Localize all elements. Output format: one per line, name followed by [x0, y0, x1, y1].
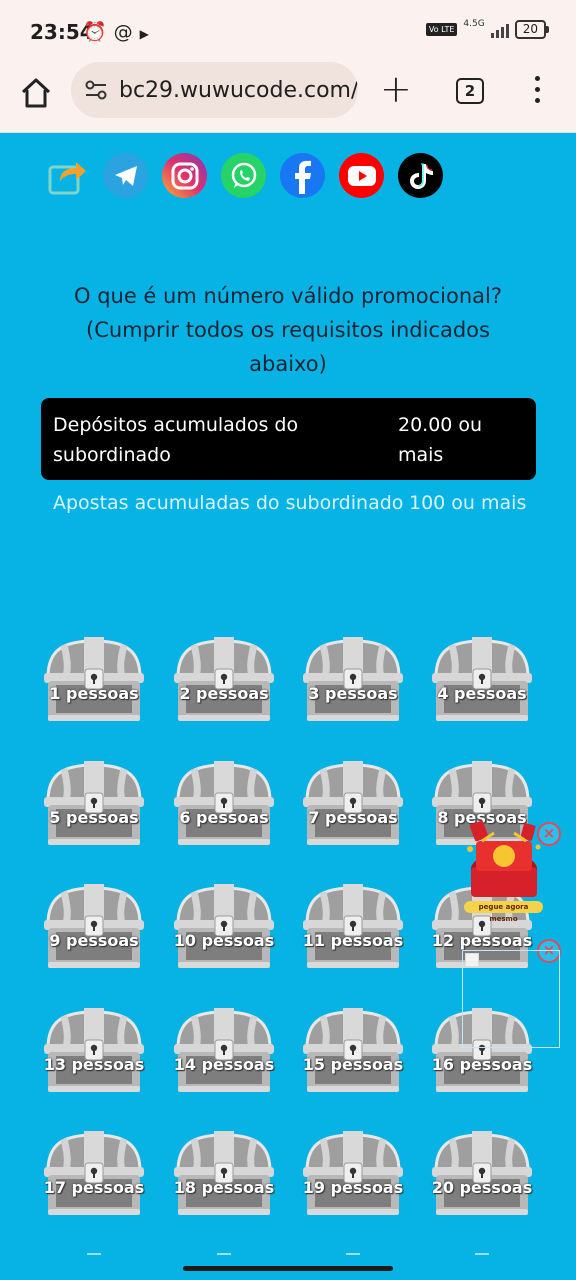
- treasure-chest[interactable]: 13 pessoas: [42, 1006, 146, 1094]
- browser-toolbar: bc29.wuwucode.com/ + 2: [0, 62, 576, 133]
- deposit-label-line-2: subordinado: [53, 444, 171, 466]
- status-right-group: Vo LTE 4.5G 20: [425, 18, 550, 39]
- chest-label: 20 pessoas: [431, 1178, 533, 1197]
- gesture-home-indicator[interactable]: [183, 1266, 393, 1271]
- site-settings-icon[interactable]: [83, 77, 109, 103]
- deposit-requirement: Depósitos acumulados do subordinado 20.0…: [41, 398, 536, 480]
- deposit-value-line-2: mais: [398, 444, 444, 466]
- chest-label: 19 pessoas: [302, 1178, 404, 1197]
- chest-label: 17 pessoas: [43, 1178, 145, 1197]
- volte-badge: Vo LTE: [425, 23, 458, 36]
- treasure-chest[interactable]: 1 pessoas: [42, 635, 146, 723]
- status-icons: ⏰@▶: [83, 20, 156, 43]
- page-content: O que é um número válido promocional? (C…: [0, 133, 576, 1280]
- treasure-chest[interactable]: 17 pessoas: [42, 1129, 146, 1217]
- footer-dash: [346, 1253, 360, 1255]
- chest-label: 1 pessoas: [49, 684, 139, 703]
- more-vert-icon[interactable]: [533, 76, 541, 106]
- promo-question: O que é um número válido promocional? (C…: [60, 279, 516, 381]
- chest-label: 4 pessoas: [437, 684, 527, 703]
- treasure-chest[interactable]: 15 pessoas: [301, 1006, 405, 1094]
- telegram-icon[interactable]: [103, 153, 148, 198]
- alarm-icon: ⏰: [83, 21, 114, 43]
- treasure-chest[interactable]: 7 pessoas: [301, 759, 405, 847]
- url-text[interactable]: bc29.wuwucode.com/: [119, 78, 358, 103]
- footer-dash: [217, 1253, 231, 1255]
- social-links: [44, 153, 443, 198]
- play-icon: ▶: [139, 27, 156, 41]
- treasure-chest[interactable]: 4 pessoas: [430, 635, 534, 723]
- network-type: 4.5G: [463, 18, 485, 29]
- instagram-icon[interactable]: [162, 153, 207, 198]
- status-bar: 23:54 ⏰@▶ Vo LTE 4.5G 20: [0, 0, 576, 62]
- new-tab-button[interactable]: +: [380, 70, 412, 108]
- broken-image-icon: [465, 953, 479, 967]
- facebook-icon[interactable]: [280, 153, 325, 198]
- chest-label: 5 pessoas: [49, 808, 139, 827]
- gift-banner[interactable]: pegue agora mesmo: [464, 901, 543, 923]
- tiktok-icon[interactable]: [398, 153, 443, 198]
- question-line-1: O que é um número válido promocional?: [73, 284, 503, 308]
- chest-label: 13 pessoas: [43, 1055, 145, 1074]
- signal-icon: [490, 22, 509, 38]
- footer-dash: [87, 1253, 101, 1255]
- treasure-chest[interactable]: 14 pessoas: [172, 1006, 276, 1094]
- at-sign-icon: @: [113, 21, 140, 43]
- chest-label: 11 pessoas: [302, 931, 404, 950]
- treasure-chest[interactable]: 5 pessoas: [42, 759, 146, 847]
- treasure-chest[interactable]: 9 pessoas: [42, 882, 146, 970]
- chest-label: 12 pessoas: [431, 931, 533, 950]
- chest-label: 18 pessoas: [173, 1178, 275, 1197]
- chest-label: 14 pessoas: [173, 1055, 275, 1074]
- question-line-3: abaixo): [249, 352, 327, 376]
- treasure-chest[interactable]: 11 pessoas: [301, 882, 405, 970]
- whatsapp-icon[interactable]: [221, 153, 266, 198]
- footer-dash: [475, 1253, 489, 1255]
- deposit-value-line-1: 20.00 ou: [398, 414, 483, 436]
- treasure-chest[interactable]: 6 pessoas: [172, 759, 276, 847]
- treasure-chest[interactable]: 20 pessoas: [430, 1129, 534, 1217]
- chest-label: 10 pessoas: [173, 931, 275, 950]
- deposit-label: Depósitos acumulados do subordinado: [53, 410, 353, 470]
- battery-icon: 20: [514, 20, 550, 39]
- home-icon[interactable]: [18, 75, 54, 111]
- chest-label: 3 pessoas: [308, 684, 398, 703]
- deposit-label-line-1: Depósitos acumulados do: [53, 414, 299, 436]
- question-line-2: (Cumprir todos os requisitos indicados: [86, 318, 490, 342]
- bet-requirement-label: Apostas acumuladas do subordinado: [53, 492, 404, 514]
- address-bar[interactable]: bc29.wuwucode.com/: [71, 62, 358, 118]
- treasure-chest[interactable]: 18 pessoas: [172, 1129, 276, 1217]
- treasure-chest[interactable]: 19 pessoas: [301, 1129, 405, 1217]
- treasure-chest[interactable]: 10 pessoas: [172, 882, 276, 970]
- broken-image[interactable]: [462, 950, 560, 1048]
- tab-count: 2: [464, 82, 476, 100]
- chest-label: 7 pessoas: [308, 808, 398, 827]
- treasure-chest[interactable]: 3 pessoas: [301, 635, 405, 723]
- chest-label: 15 pessoas: [302, 1055, 404, 1074]
- treasure-chest[interactable]: 2 pessoas: [172, 635, 276, 723]
- chest-label: 9 pessoas: [49, 931, 139, 950]
- deposit-value: 20.00 ou mais: [398, 410, 508, 470]
- tabs-button[interactable]: 2: [456, 78, 484, 104]
- youtube-icon[interactable]: [339, 153, 384, 198]
- battery-level: 20: [522, 22, 538, 36]
- chest-label: 2 pessoas: [179, 684, 269, 703]
- chest-label: 6 pessoas: [179, 808, 269, 827]
- chest-label: 16 pessoas: [431, 1055, 533, 1074]
- bet-requirement-value: 100 ou mais: [409, 492, 527, 514]
- share-icon[interactable]: [44, 153, 89, 198]
